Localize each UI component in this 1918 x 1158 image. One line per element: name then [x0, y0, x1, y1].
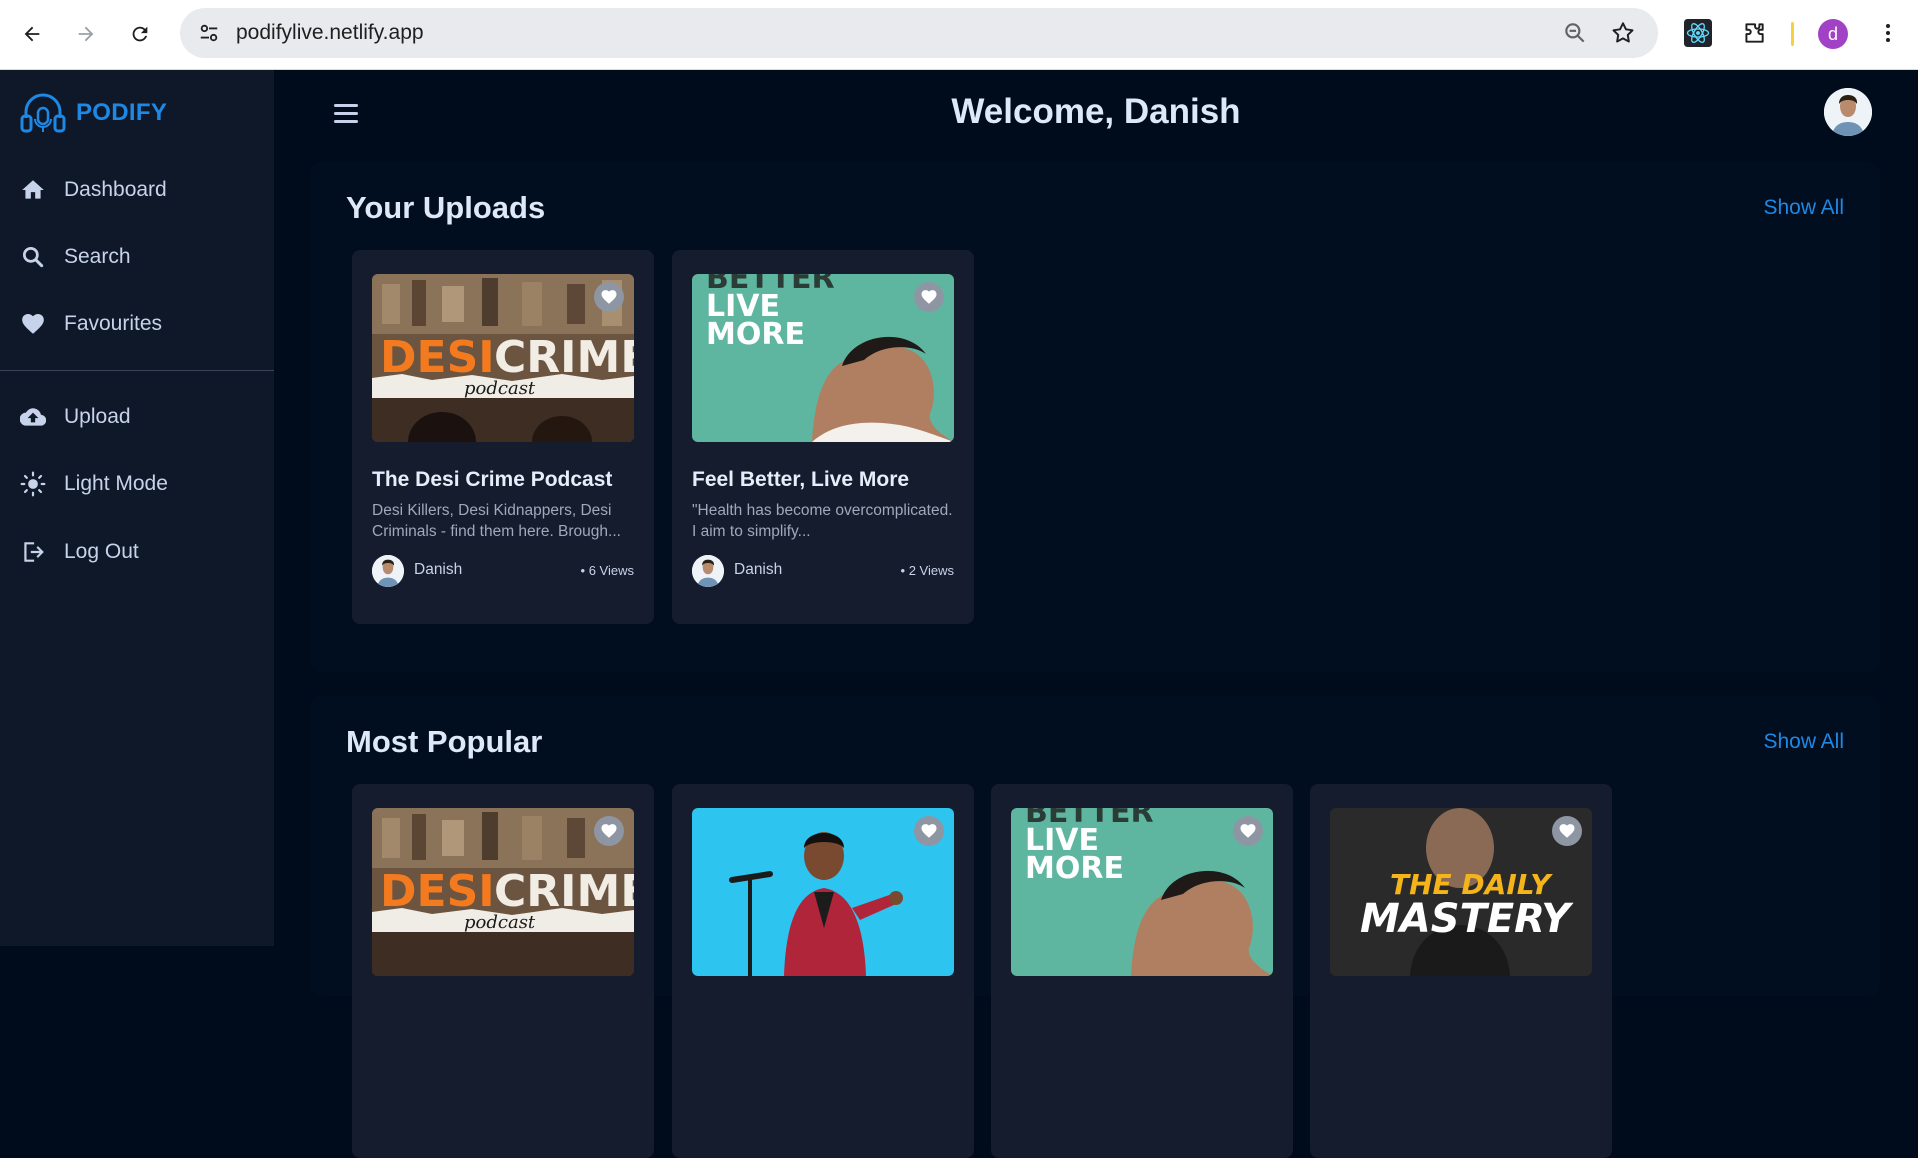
svg-text:podcast: podcast	[464, 912, 536, 933]
sidebar-item-logout[interactable]: Log Out	[0, 528, 274, 576]
user-photo-icon	[372, 555, 404, 587]
browser-toolbar: podifylive.netlify.app d	[0, 0, 1918, 70]
heart-icon	[1559, 824, 1575, 838]
show-all-link[interactable]: Show All	[1763, 730, 1844, 754]
favourite-button[interactable]	[1233, 816, 1263, 846]
podcast-thumbnail[interactable]: DESI CRIME podcast	[372, 274, 634, 442]
svg-text:MASTERY: MASTERY	[1360, 896, 1574, 942]
heart-icon	[921, 290, 937, 304]
heart-icon	[22, 314, 44, 334]
react-devtools-extension[interactable]	[1682, 17, 1714, 49]
user-avatar[interactable]	[1824, 88, 1872, 136]
headphones-mic-logo-icon	[20, 93, 66, 133]
podcast-title[interactable]: Feel Better, Live More	[692, 468, 962, 492]
sun-icon	[20, 471, 46, 497]
sidebar-item-upload[interactable]: Upload	[0, 393, 274, 441]
favourite-button[interactable]	[594, 282, 624, 312]
favourite-button[interactable]	[1552, 816, 1582, 846]
sidebar-item-label: Dashboard	[64, 178, 167, 201]
toolbar-divider	[1791, 22, 1794, 46]
app-logo[interactable]: PODIFY	[18, 88, 167, 138]
site-info-icon[interactable]	[198, 22, 220, 44]
podcast-card[interactable]: THE DAILY MASTERY	[1310, 784, 1612, 1158]
heart-icon	[601, 290, 617, 304]
forward-button[interactable]	[68, 16, 104, 52]
browser-profile-avatar[interactable]: d	[1818, 19, 1848, 49]
zoom-icon[interactable]	[1562, 20, 1588, 46]
browser-menu-button[interactable]	[1872, 17, 1904, 49]
bookmark-star-icon[interactable]	[1610, 20, 1636, 46]
user-photo-icon	[692, 555, 724, 587]
heart-icon	[601, 824, 617, 838]
podcast-card[interactable]: DESI CRIME podcast The Desi Crime Podcas…	[352, 250, 654, 624]
favourite-button[interactable]	[594, 816, 624, 846]
sidebar: PODIFY Dashboard Search Favourites Uploa…	[0, 70, 274, 946]
section-title: Your Uploads	[346, 190, 546, 225]
podcast-card[interactable]: DESI CRIME podcast	[352, 784, 654, 1158]
sidebar-item-search[interactable]: Search	[0, 233, 274, 281]
heart-icon	[921, 824, 937, 838]
podcast-thumbnail[interactable]: DESI CRIME podcast	[372, 808, 634, 976]
favourite-button[interactable]	[914, 282, 944, 312]
creator-name: Danish	[414, 561, 463, 578]
main-content: Welcome, Danish Your Uploads Show All DE…	[274, 70, 1918, 1158]
podcast-thumbnail[interactable]: BETTER LIVE MORE	[692, 274, 954, 442]
arrow-right-icon	[78, 26, 94, 42]
sidebar-divider	[0, 370, 274, 371]
view-count: • 2 Views	[900, 563, 954, 578]
logo-text: PODIFY	[76, 99, 168, 126]
view-count: • 6 Views	[580, 563, 634, 578]
back-button[interactable]	[14, 16, 50, 52]
podcast-meta: Danish • 2 Views	[692, 555, 954, 587]
sidebar-item-label: Upload	[64, 405, 131, 428]
podcast-meta: Danish • 6 Views	[372, 555, 634, 587]
logout-icon	[24, 542, 44, 562]
podcast-card[interactable]	[672, 784, 974, 1158]
creator-avatar	[692, 555, 724, 587]
svg-text:MORE: MORE	[1025, 851, 1124, 886]
arrow-left-icon	[24, 26, 40, 42]
react-icon	[1684, 19, 1712, 47]
creator-name: Danish	[734, 561, 783, 578]
reload-button[interactable]	[122, 16, 158, 52]
podcast-thumbnail[interactable]: BETTER LIVE MORE	[1011, 808, 1273, 976]
url-text[interactable]: podifylive.netlify.app	[236, 21, 424, 45]
uploads-section: Your Uploads Show All DESI CRIME podcast	[310, 162, 1880, 672]
podcast-card[interactable]: BETTER LIVE MORE	[991, 784, 1293, 1158]
show-all-link[interactable]: Show All	[1763, 196, 1844, 220]
home-icon	[22, 180, 44, 199]
svg-text:MORE: MORE	[706, 317, 805, 352]
podcast-thumbnail[interactable]	[692, 808, 954, 976]
sidebar-item-label: Log Out	[64, 540, 139, 563]
sidebar-item-dashboard[interactable]: Dashboard	[0, 166, 274, 214]
reload-icon	[132, 26, 148, 42]
podcast-description: "Health has become overcomplicated. I ai…	[692, 502, 953, 540]
creator-avatar	[372, 555, 404, 587]
podcast-title[interactable]: The Desi Crime Podcast	[372, 468, 642, 492]
sidebar-item-label: Search	[64, 245, 131, 268]
sidebar-item-label: Favourites	[64, 312, 163, 335]
svg-text:podcast: podcast	[464, 378, 536, 399]
address-bar[interactable]: podifylive.netlify.app	[180, 8, 1658, 58]
heart-icon	[1240, 824, 1256, 838]
user-photo-icon	[1824, 88, 1872, 136]
most-popular-section: Most Popular Show All DESI CRIME podcast	[310, 696, 1880, 1158]
podcast-description: Desi Killers, Desi Kidnappers, Desi Crim…	[372, 502, 621, 540]
kebab-menu-icon	[1886, 24, 1890, 42]
sidebar-item-label: Light Mode	[64, 472, 168, 495]
page-title: Welcome, Danish	[951, 92, 1241, 131]
favourite-button[interactable]	[914, 816, 944, 846]
search-icon	[22, 246, 44, 268]
sidebar-item-light-mode[interactable]: Light Mode	[0, 460, 274, 508]
sidebar-item-favourites[interactable]: Favourites	[0, 300, 274, 348]
podcast-card[interactable]: BETTER LIVE MORE Feel Better, Live More …	[672, 250, 974, 624]
extensions-button[interactable]	[1738, 17, 1770, 49]
puzzle-icon	[1745, 23, 1764, 43]
podcast-thumbnail[interactable]: THE DAILY MASTERY	[1330, 808, 1592, 976]
section-title: Most Popular	[346, 724, 543, 759]
cloud-upload-icon	[20, 408, 46, 426]
